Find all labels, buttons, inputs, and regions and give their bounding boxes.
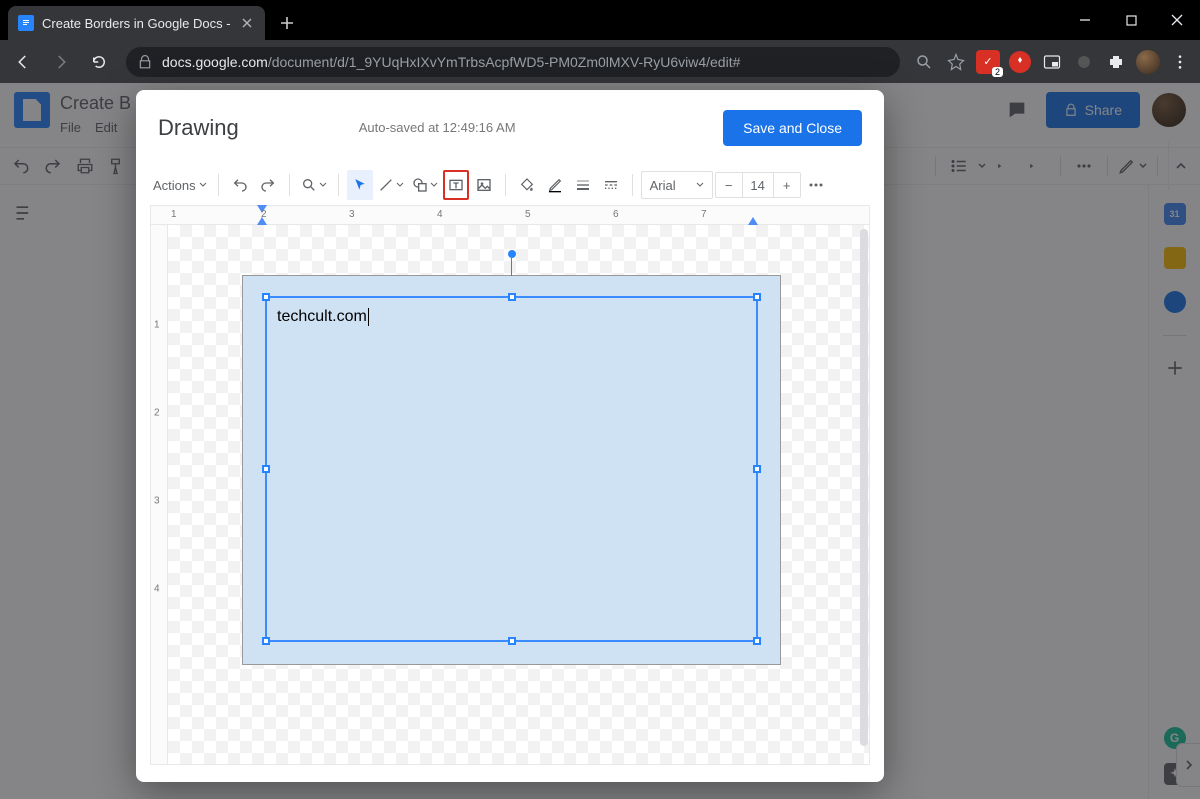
chrome-menu-icon[interactable] (1166, 48, 1194, 76)
resize-handle-rm[interactable] (753, 465, 761, 473)
text-box-editing-frame[interactable]: techcult.com (265, 296, 758, 642)
url-path: /document/d/1_9YUqHxIXvYmTrbsAcpfWD5-PM0… (268, 54, 741, 70)
ruler-tick: 4 (437, 209, 443, 220)
ruler-tick: 1 (154, 320, 160, 331)
window-close[interactable] (1154, 0, 1200, 40)
resize-handle-tl[interactable] (262, 293, 270, 301)
font-size-group: − 14 + (715, 172, 801, 198)
ruler-tick: 2 (154, 408, 160, 419)
window-minimize[interactable] (1062, 0, 1108, 40)
window-controls (1062, 0, 1200, 40)
drawing-dialog: Drawing Auto-saved at 12:49:16 AM Save a… (136, 90, 884, 782)
profile-avatar[interactable] (1134, 48, 1162, 76)
font-selector[interactable]: Arial (641, 171, 713, 199)
drawing-canvas-wrap: 1 2 3 4 techcult.com (150, 225, 870, 765)
new-tab-button[interactable] (273, 9, 301, 37)
border-dash-icon[interactable] (598, 170, 624, 200)
tab-title: Create Borders in Google Docs - (42, 16, 231, 31)
autosave-status: Auto-saved at 12:49:16 AM (359, 120, 516, 135)
textbox-tool-icon[interactable] (443, 170, 469, 200)
address-bar[interactable]: docs.google.com/document/d/1_9YUqHxIXvYm… (126, 47, 900, 77)
bookmark-star-icon[interactable] (942, 48, 970, 76)
shape-tool-icon[interactable] (409, 170, 441, 200)
ruler-tick: 4 (154, 584, 160, 595)
zoom-icon[interactable] (298, 170, 330, 200)
fill-color-icon[interactable] (514, 170, 540, 200)
drawing-toolbar: Actions Arial − 14 + (136, 165, 884, 205)
actions-menu[interactable]: Actions (150, 170, 210, 200)
url-host: docs.google.com (162, 54, 268, 70)
horizontal-ruler[interactable]: 1 2 3 4 5 6 7 (150, 205, 870, 225)
font-size-decrease[interactable]: − (716, 173, 742, 197)
extension-pip-icon[interactable] (1038, 48, 1066, 76)
extension-unknown-1[interactable] (1070, 48, 1098, 76)
tab-close-icon[interactable] (239, 15, 255, 31)
text-caret (368, 308, 369, 326)
window-titlebar: Create Borders in Google Docs - (0, 0, 1200, 40)
indent-marker-right[interactable] (748, 217, 758, 225)
lock-icon (138, 55, 152, 69)
ruler-tick: 7 (701, 209, 707, 220)
window-maximize[interactable] (1108, 0, 1154, 40)
extension-todoist[interactable]: ✓2 (974, 48, 1002, 76)
ruler-tick: 6 (613, 209, 619, 220)
font-size-value[interactable]: 14 (742, 173, 774, 197)
font-size-increase[interactable]: + (774, 173, 800, 197)
undo-icon[interactable] (227, 170, 253, 200)
nav-back[interactable] (6, 45, 40, 79)
canvas-scrollbar[interactable] (860, 229, 868, 746)
line-tool-icon[interactable] (375, 170, 407, 200)
text-box-content[interactable]: techcult.com (277, 308, 369, 326)
extension-badge: 2 (992, 67, 1003, 77)
ruler-tick: 5 (525, 209, 531, 220)
drawing-canvas[interactable]: techcult.com (168, 225, 869, 764)
browser-tab[interactable]: Create Borders in Google Docs - (8, 6, 265, 40)
search-in-page-icon[interactable] (910, 48, 938, 76)
dialog-title: Drawing (158, 115, 239, 141)
docs-favicon (18, 15, 34, 31)
more-format-icon[interactable] (803, 170, 829, 200)
nav-reload[interactable] (82, 45, 116, 79)
border-weight-icon[interactable] (570, 170, 596, 200)
resize-handle-tm[interactable] (508, 293, 516, 301)
rotate-handle[interactable] (508, 250, 516, 276)
ruler-tick: 3 (154, 496, 160, 507)
select-tool-icon[interactable] (347, 170, 373, 200)
resize-handle-bm[interactable] (508, 637, 516, 645)
resize-handle-bl[interactable] (262, 637, 270, 645)
ruler-tick: 2 (261, 209, 267, 220)
resize-handle-br[interactable] (753, 637, 761, 645)
redo-icon[interactable] (255, 170, 281, 200)
ruler-tick: 3 (349, 209, 355, 220)
save-and-close-button[interactable]: Save and Close (723, 110, 862, 146)
browser-toolbar: docs.google.com/document/d/1_9YUqHxIXvYm… (0, 40, 1200, 83)
nav-forward[interactable] (44, 45, 78, 79)
resize-handle-lm[interactable] (262, 465, 270, 473)
border-color-icon[interactable] (542, 170, 568, 200)
resize-handle-tr[interactable] (753, 293, 761, 301)
text-box-shape[interactable]: techcult.com (242, 275, 781, 665)
extension-adblock[interactable] (1006, 48, 1034, 76)
ruler-tick: 1 (171, 209, 177, 220)
docs-app: Create B File Edit Share (0, 83, 1200, 799)
image-tool-icon[interactable] (471, 170, 497, 200)
extensions-puzzle-icon[interactable] (1102, 48, 1130, 76)
vertical-ruler[interactable]: 1 2 3 4 (151, 225, 168, 764)
